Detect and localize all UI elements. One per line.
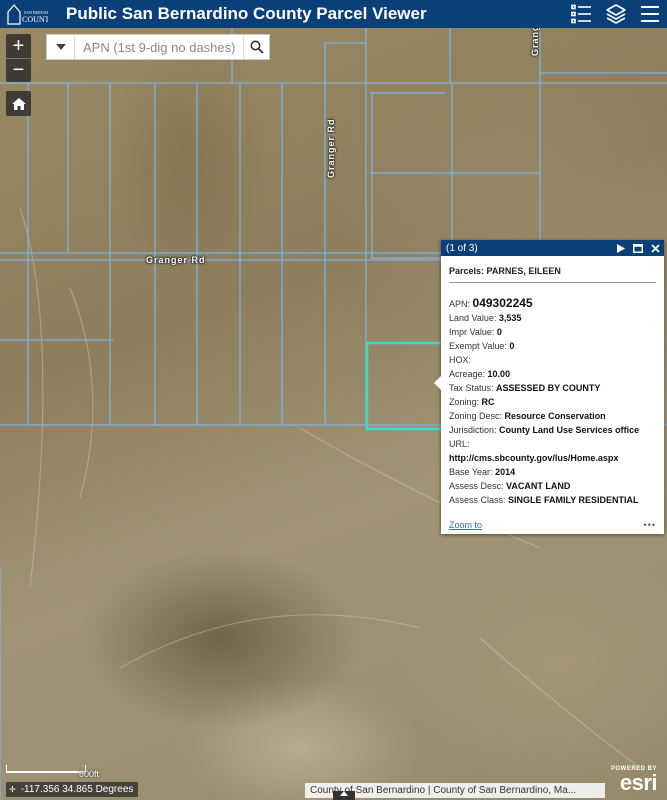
field-hox: HOX:	[449, 355, 472, 365]
chevron-up-icon	[340, 791, 348, 796]
search-source-dropdown[interactable]	[47, 35, 75, 59]
search-input[interactable]	[75, 35, 243, 59]
coordinate-display[interactable]: ✛ -117.356 34.865 Degrees	[6, 782, 139, 797]
field-jurisdiction: Jurisdiction: County Land Use Services o…	[449, 425, 640, 435]
zoom-in-button[interactable]: +	[6, 34, 31, 58]
search-icon	[250, 40, 264, 54]
field-acreage: Acreage: 10.00	[449, 369, 511, 379]
caret-down-icon	[55, 44, 66, 50]
scale-label: 600ft	[79, 769, 100, 779]
parcel-popup: (1 of 3) Parcels: PARNES, EILEEN APN: 04…	[434, 240, 664, 534]
county-logo[interactable]: SAN BERNARDINO COUNTY	[0, 0, 52, 28]
app-header: SAN BERNARDINO COUNTY Public San Bernard…	[0, 0, 667, 28]
road-label-granger-vertical: Granger Rd	[326, 118, 336, 178]
attribution-toggle[interactable]	[333, 791, 355, 800]
next-feature-icon[interactable]	[617, 243, 625, 253]
zoom-out-button[interactable]: −	[6, 58, 31, 82]
field-impr-value: Impr Value: 0	[449, 327, 502, 337]
legend-list-icon[interactable]	[565, 0, 599, 28]
more-actions-icon[interactable]: •••	[644, 520, 656, 530]
svg-text:COUNTY: COUNTY	[22, 15, 48, 24]
zoom-to-link[interactable]: Zoom to	[449, 520, 482, 530]
close-icon[interactable]	[651, 243, 660, 253]
menu-icon[interactable]	[633, 0, 667, 28]
esri-logo[interactable]: POWERED BY esri	[611, 766, 658, 794]
layers-icon[interactable]	[599, 0, 633, 28]
field-exempt-value: Exempt Value: 0	[449, 341, 515, 351]
field-base-year: Base Year: 2014	[449, 467, 516, 477]
search-button[interactable]	[243, 35, 269, 59]
field-assess-desc: Assess Desc: VACANT LAND	[449, 481, 571, 491]
road-label-granger: Granger Rd	[146, 255, 206, 265]
field-tax-status: Tax Status: ASSESSED BY COUNTY	[449, 383, 601, 393]
apn-value: 049302245	[472, 296, 533, 310]
popup-header: (1 of 3)	[441, 240, 664, 256]
home-icon	[11, 97, 26, 110]
field-zoning-desc: Zoning Desc: Resource Conservation	[449, 411, 606, 421]
field-apn: APN: 049302245	[449, 296, 533, 310]
app-title: Public San Bernardino County Parcel View…	[66, 4, 427, 23]
zoom-controls: + −	[6, 34, 31, 82]
crosshair-icon: ✛	[9, 785, 16, 794]
field-land-value: Land Value: 3,535	[449, 313, 522, 323]
popup-title: Parcels: PARNES, EILEEN	[449, 266, 656, 283]
home-button[interactable]	[6, 91, 31, 116]
coordinates-text: -117.356 34.865 Degrees	[20, 784, 134, 795]
scale-bar	[6, 765, 86, 773]
field-url-label: URL:	[449, 439, 470, 449]
maximize-icon[interactable]	[633, 243, 643, 253]
popup-pointer	[434, 375, 442, 391]
field-zoning: Zoning: RC	[449, 397, 495, 407]
field-url[interactable]: http://cms.sbcounty.gov/lus/Home.aspx	[449, 451, 656, 465]
field-assess-class: Assess Class: SINGLE FAMILY RESIDENTIAL	[449, 495, 639, 505]
road-label-granger-top: Granger	[530, 28, 540, 56]
popup-counter: (1 of 3)	[446, 242, 478, 254]
search-bar	[46, 34, 270, 60]
